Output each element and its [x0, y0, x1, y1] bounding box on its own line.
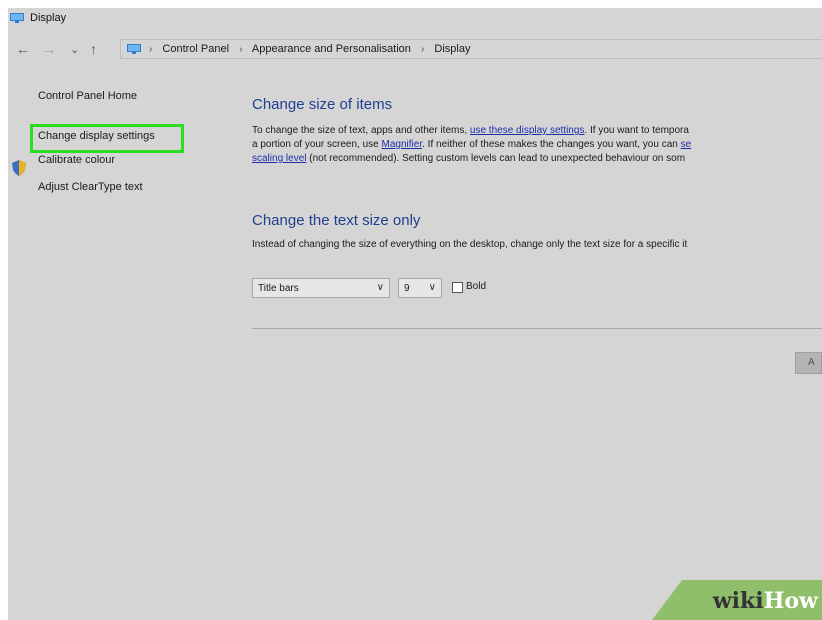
breadcrumb-separator-icon: › — [149, 44, 153, 55]
bold-checkbox[interactable] — [452, 282, 463, 293]
chevron-down-icon: ∨ — [376, 282, 384, 293]
wikihow-logo-wiki: wiki — [712, 588, 764, 614]
scaling-level-link[interactable]: scaling level — [252, 153, 306, 164]
display-icon — [10, 13, 24, 23]
display-settings-link[interactable]: use these display settings — [470, 125, 585, 136]
sidebar-item-calibrate-colour[interactable]: Calibrate colour — [38, 154, 115, 166]
text-segment: a portion of your screen, use — [252, 139, 382, 150]
control-panel-window: Display ← → ⌄ ↑ › Control Panel › Appear… — [8, 8, 822, 620]
font-size-select[interactable]: 9 ∨ — [398, 278, 442, 298]
size-description-line-3: scaling level (not recommended). Setting… — [252, 152, 685, 165]
section-divider — [252, 328, 822, 329]
set-custom-scaling-link[interactable]: se — [681, 139, 692, 150]
sidebar-item-adjust-cleartype-text[interactable]: Adjust ClearType text — [38, 181, 143, 193]
shield-icon — [12, 160, 26, 176]
back-arrow-icon[interactable]: ← — [16, 41, 30, 57]
text-element-select[interactable]: Title bars ∨ — [252, 278, 390, 298]
text-segment: To change the size of text, apps and oth… — [252, 125, 470, 136]
change-size-heading: Change size of items — [252, 96, 393, 113]
title-bar: Display — [8, 8, 822, 30]
breadcrumb-separator-icon: › — [239, 44, 243, 55]
sidebar-item-change-display-settings[interactable]: Change display settings — [38, 130, 155, 142]
text-segment: . If neither of these makes the changes … — [422, 139, 681, 150]
up-arrow-icon[interactable]: ↑ — [90, 41, 97, 57]
wikihow-logo-how: How — [763, 588, 818, 614]
sidebar-item-control-panel-home[interactable]: Control Panel Home — [38, 90, 137, 102]
recent-locations-chevron-icon[interactable]: ⌄ — [70, 42, 79, 58]
navigation-bar: ← → ⌄ ↑ › Control Panel › Appearance and… — [8, 38, 822, 62]
text-segment: . If you want to tempora — [584, 125, 689, 136]
breadcrumb-separator-icon: › — [421, 44, 425, 55]
chevron-down-icon: ∨ — [428, 282, 436, 293]
breadcrumb-control-panel[interactable]: Control Panel — [162, 43, 229, 55]
breadcrumb-display[interactable]: Display — [434, 43, 470, 55]
apply-button-label: A — [808, 357, 815, 368]
size-description-line-1: To change the size of text, apps and oth… — [252, 124, 689, 137]
change-text-size-heading: Change the text size only — [252, 212, 421, 229]
wikihow-logo: wikiHow — [713, 588, 818, 614]
control-panel-icon — [127, 44, 141, 54]
address-bar[interactable]: › Control Panel › Appearance and Persona… — [120, 39, 822, 59]
magnifier-link[interactable]: Magnifier — [382, 139, 423, 150]
text-element-select-value: Title bars — [258, 283, 299, 294]
breadcrumb-appearance-and-personalisation[interactable]: Appearance and Personalisation — [252, 43, 411, 55]
text-segment: (not recommended). Setting custom levels… — [306, 153, 686, 164]
text-size-description: Instead of changing the size of everythi… — [252, 239, 688, 250]
apply-button[interactable]: A — [795, 352, 822, 374]
wikihow-watermark: wikiHow — [652, 580, 822, 620]
breadcrumb: › Control Panel › Appearance and Persona… — [149, 43, 470, 55]
forward-arrow-icon[interactable]: → — [42, 41, 56, 57]
window-title: Display — [30, 12, 67, 24]
size-description-line-2: a portion of your screen, use Magnifier.… — [252, 138, 691, 151]
bold-checkbox-label: Bold — [466, 281, 487, 292]
font-size-select-value: 9 — [404, 283, 410, 294]
